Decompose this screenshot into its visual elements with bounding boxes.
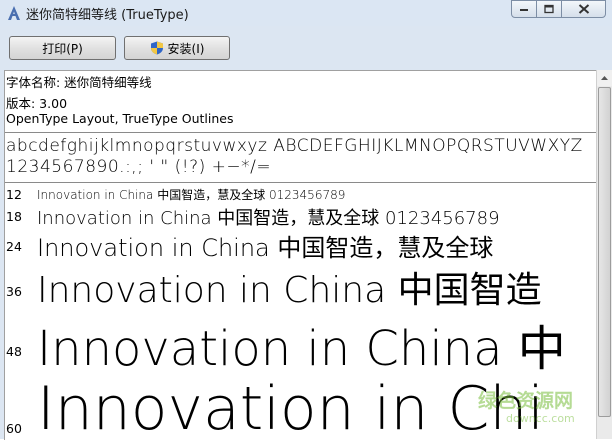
font-app-icon (8, 6, 20, 20)
toolbar: 打印(P) 安装(I) (0, 26, 612, 68)
watermark-url: downcc.com (506, 412, 575, 425)
charset-line-digits: 1234567890.:,; ' " (!?) +−*/= (6, 157, 272, 177)
divider (5, 182, 597, 183)
maximize-icon (544, 4, 554, 14)
close-button[interactable] (561, 0, 606, 18)
sample-text: Innovation in China 中国智造 (37, 270, 542, 311)
print-button-label: 打印(P) (42, 41, 83, 56)
version-text: 版本: 3.00 (6, 96, 68, 111)
window-title: 迷你简特细等线 (TrueType) (26, 8, 189, 23)
font-viewer-window: 迷你简特细等线 (TrueType) 打印(P) 安装(I) 字体名称: 迷你简… (0, 0, 612, 440)
print-button[interactable]: 打印(P) (9, 36, 116, 60)
size-label: 24 (6, 239, 22, 254)
minimize-button[interactable] (511, 0, 537, 18)
divider (5, 132, 597, 133)
size-label: 48 (6, 344, 22, 359)
chevron-up-icon (601, 76, 608, 80)
vertical-scrollbar[interactable] (596, 70, 612, 439)
close-icon (578, 4, 589, 14)
outline-type-text: OpenType Layout, TrueType Outlines (6, 111, 234, 126)
uac-shield-icon (150, 41, 163, 55)
watermark-logo: 绿色资源网 (478, 390, 574, 412)
title-bar: 迷你简特细等线 (TrueType) (0, 0, 612, 26)
sample-text: Innovation in Chi (37, 374, 545, 440)
sample-text: Innovation in China 中国智造，慧及全球 (37, 234, 494, 262)
charset-line-letters: abcdefghijklmnopqrstuvwxyz ABCDEFGHIJKLM… (6, 136, 583, 156)
scroll-up-button[interactable] (597, 70, 612, 86)
maximize-button[interactable] (536, 0, 562, 18)
size-label: 18 (6, 209, 22, 224)
size-label: 12 (6, 187, 22, 202)
install-button-label: 安装(I) (167, 41, 205, 56)
size-label: 60 (6, 421, 22, 436)
font-name-text: 字体名称: 迷你简特细等线 (6, 75, 152, 90)
sample-text: Innovation in China 中国智造，慧及全球 0123456789 (37, 188, 346, 202)
sample-text: Innovation in China 中 (37, 321, 566, 377)
scrollbar-thumb[interactable] (598, 87, 611, 417)
install-button[interactable]: 安装(I) (124, 36, 230, 60)
font-info: 字体名称: 迷你简特细等线 版本: 3.00 OpenType Layout, … (5, 71, 597, 133)
font-preview-pane: 字体名称: 迷你简特细等线 版本: 3.00 OpenType Layout, … (4, 70, 597, 440)
minimize-icon (520, 9, 528, 11)
size-label: 36 (6, 284, 22, 299)
sample-text: Innovation in China 中国智造，慧及全球 0123456789 (37, 208, 500, 229)
